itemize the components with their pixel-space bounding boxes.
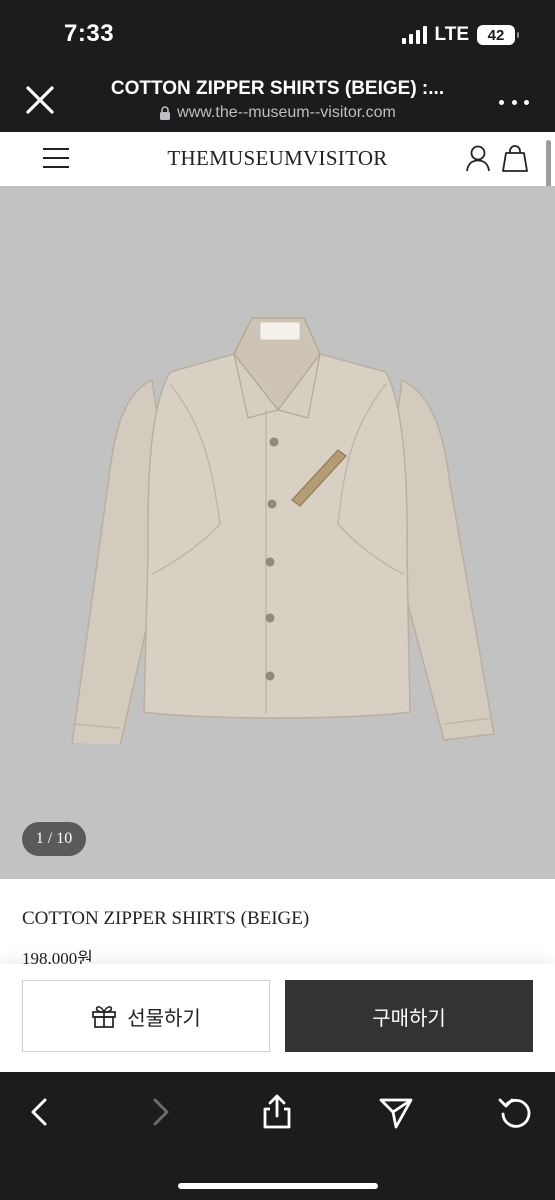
back-icon: [31, 1098, 47, 1126]
url-text: www.the--museum--visitor.com: [177, 104, 396, 121]
share-icon: [263, 1094, 291, 1129]
lock-icon: [160, 106, 171, 120]
browser-header: COTTON ZIPPER SHIRTS (BEIGE) :... www.th…: [0, 72, 555, 132]
reload-button[interactable]: [495, 1092, 535, 1132]
url-bar[interactable]: www.the--museum--visitor.com: [95, 104, 460, 122]
gift-button[interactable]: 선물하기: [22, 980, 270, 1052]
product-gallery[interactable]: 1 / 10: [0, 186, 555, 879]
send-button[interactable]: [376, 1092, 416, 1132]
status-indicators: LTE 42: [401, 24, 519, 46]
home-indicator[interactable]: [178, 1183, 378, 1189]
status-bar: 7:33 LTE 42: [0, 0, 555, 72]
send-icon: [379, 1098, 413, 1129]
battery-icon: 42: [477, 25, 519, 45]
purchase-button[interactable]: 구매하기: [285, 980, 533, 1052]
shopping-bag-icon[interactable]: [502, 144, 528, 172]
product-name: COTTON ZIPPER SHIRTS (BEIGE): [22, 908, 310, 929]
close-icon: [26, 86, 54, 114]
user-icon[interactable]: [465, 144, 491, 172]
cellular-signal-icon: [401, 26, 427, 44]
reload-icon: [498, 1098, 531, 1128]
forward-icon: [153, 1098, 169, 1126]
site-nav: THEMUSEUMVISITOR: [0, 132, 555, 236]
page-title: COTTON ZIPPER SHIRTS (BEIGE) :...: [110, 78, 445, 99]
back-button[interactable]: [20, 1092, 60, 1132]
forward-button[interactable]: [140, 1092, 180, 1132]
more-options-button[interactable]: [499, 92, 529, 112]
purchase-button-label: 구매하기: [372, 1007, 446, 1030]
more-icon: [499, 99, 504, 105]
network-label: LTE: [434, 24, 469, 45]
close-button[interactable]: [20, 80, 60, 120]
share-button[interactable]: [257, 1092, 297, 1132]
gift-icon: [92, 1006, 117, 1028]
product-image: [71, 317, 495, 744]
purchase-bar: 선물하기 구매하기: [0, 964, 555, 1072]
battery-level: 42: [487, 26, 505, 44]
gift-button-label: 선물하기: [127, 1007, 201, 1030]
web-content: THEMUSEUMVISITOR 1 / 10 COTTON ZIPPER SH…: [0, 132, 555, 1072]
status-time: 7:33: [64, 20, 115, 47]
gallery-pager: 1 / 10: [22, 822, 86, 856]
browser-toolbar: [0, 1072, 555, 1200]
